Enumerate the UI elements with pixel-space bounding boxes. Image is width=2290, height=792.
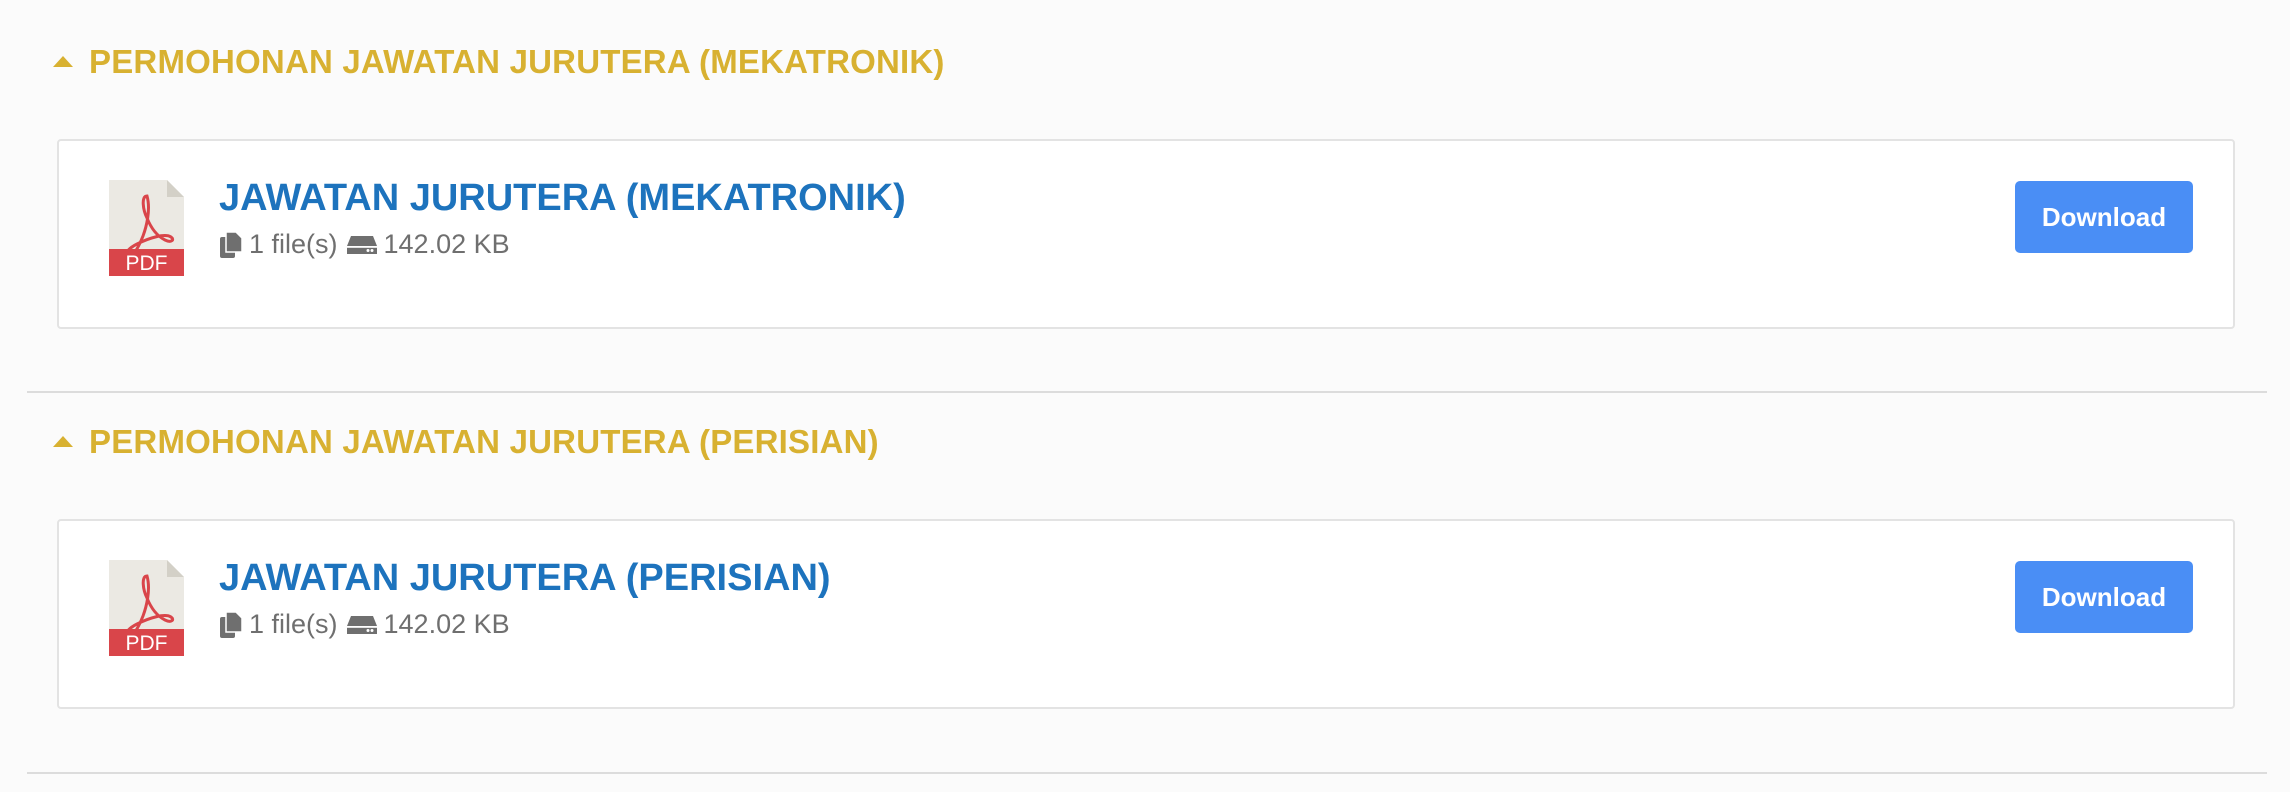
- file-size: 142.02 KB: [383, 229, 510, 259]
- file-count: 1 file(s): [249, 609, 338, 639]
- pdf-file-icon: PDF: [109, 560, 184, 656]
- download-category-mekatronik: PERMOHONAN JAWATAN JURUTERA (MEKATRONIK)…: [27, 0, 2267, 393]
- hard-drive-icon: [346, 234, 378, 256]
- hard-drive-icon: [346, 614, 378, 636]
- file-meta: 1 file(s) 142.02 KB: [219, 229, 510, 260]
- download-category-perisian: PERMOHONAN JAWATAN JURUTERA (PERISIAN) P…: [27, 393, 2267, 774]
- file-count: 1 file(s): [249, 229, 338, 259]
- pdf-badge-label: PDF: [126, 632, 168, 655]
- category-header[interactable]: PERMOHONAN JAWATAN JURUTERA (MEKATRONIK): [53, 40, 945, 84]
- section-divider: [27, 772, 2267, 774]
- category-title: PERMOHONAN JAWATAN JURUTERA (MEKATRONIK): [89, 43, 945, 80]
- pdf-file-icon: PDF: [109, 180, 184, 276]
- category-title: PERMOHONAN JAWATAN JURUTERA (PERISIAN): [89, 423, 879, 460]
- download-button[interactable]: Download: [2015, 561, 2193, 633]
- file-size: 142.02 KB: [383, 609, 510, 639]
- downloads-page: PERMOHONAN JAWATAN JURUTERA (MEKATRONIK)…: [0, 0, 2290, 792]
- file-card: PDF JAWATAN JURUTERA (MEKATRONIK) 1 file…: [57, 139, 2235, 329]
- caret-up-icon: [53, 55, 73, 67]
- files-copy-icon: [219, 230, 243, 259]
- file-title-link[interactable]: JAWATAN JURUTERA (PERISIAN): [219, 557, 831, 600]
- files-copy-icon: [219, 610, 243, 639]
- file-card: PDF JAWATAN JURUTERA (PERISIAN) 1 file(s…: [57, 519, 2235, 709]
- download-button[interactable]: Download: [2015, 181, 2193, 253]
- file-title-link[interactable]: JAWATAN JURUTERA (MEKATRONIK): [219, 177, 906, 220]
- caret-up-icon: [53, 435, 73, 447]
- category-header[interactable]: PERMOHONAN JAWATAN JURUTERA (PERISIAN): [53, 420, 879, 464]
- file-meta: 1 file(s) 142.02 KB: [219, 609, 510, 640]
- pdf-badge-label: PDF: [126, 252, 168, 275]
